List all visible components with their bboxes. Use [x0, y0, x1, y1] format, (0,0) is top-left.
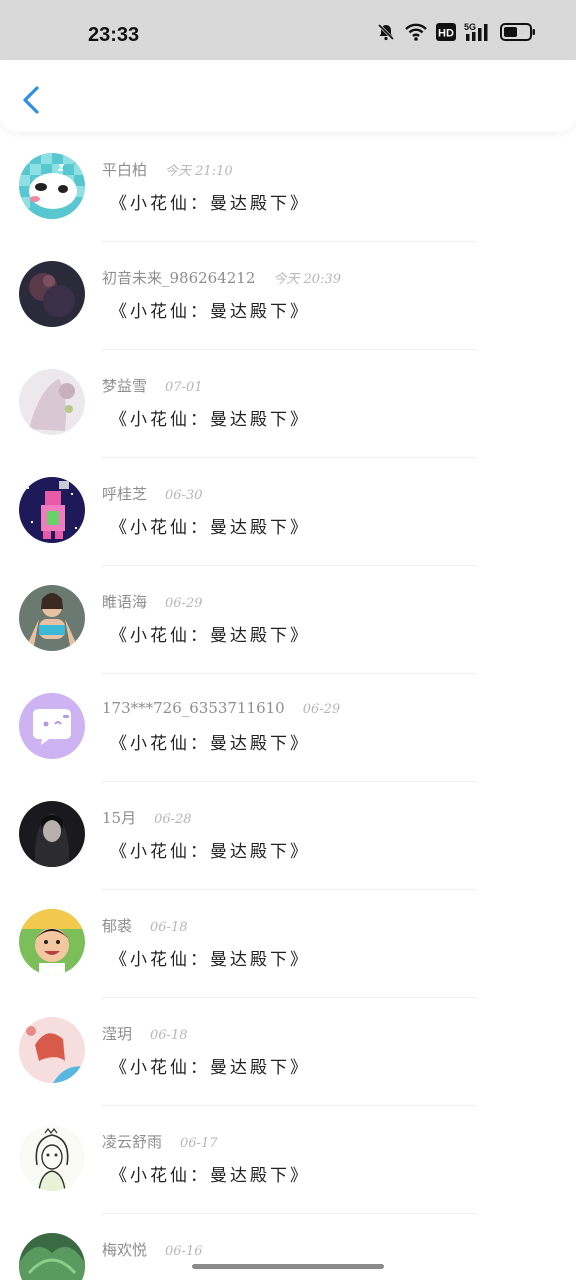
list-item[interactable]: 郁裘 06-18 《小花仙：曼达殿下》: [0, 890, 576, 998]
avatar[interactable]: [19, 369, 85, 435]
book-title: 《小花仙：曼达殿下》: [110, 410, 310, 430]
user-name: 郁裘: [102, 917, 133, 935]
user-name: 梦益雪: [102, 377, 148, 395]
item-meta: 滢玥 06-18: [102, 1023, 188, 1044]
item-meta: 呼桂芝 06-30: [102, 483, 203, 504]
item-meta: 睢语海 06-29: [102, 591, 203, 612]
timestamp: 06-29: [165, 596, 203, 611]
user-name: 梅欢悦: [102, 1241, 148, 1259]
book-title: 《小花仙：曼达殿下》: [110, 734, 310, 754]
list-item[interactable]: 梅欢悦 06-16: [0, 1214, 576, 1280]
item-meta: 15月 06-28: [102, 807, 192, 828]
timestamp: 06-28: [154, 812, 192, 827]
book-title: 《小花仙：曼达殿下》: [110, 1058, 310, 1078]
timestamp: 06-29: [302, 702, 341, 717]
book-title: 《小花仙：曼达殿下》: [110, 1166, 310, 1186]
timestamp: 07-01: [165, 380, 203, 395]
avatar[interactable]: [19, 909, 85, 975]
timestamp: 今天 20:39: [273, 272, 342, 287]
book-title: 《小花仙：曼达殿下》: [110, 842, 310, 862]
user-name: 呼桂芝: [102, 485, 148, 503]
avatar[interactable]: [19, 801, 85, 867]
list-item[interactable]: 凌云舒雨 06-17 《小花仙：曼达殿下》: [0, 1106, 576, 1214]
header: [0, 60, 576, 132]
timestamp: 06-30: [165, 488, 203, 503]
item-meta: 平白柏 今天 21:10: [102, 159, 233, 180]
user-name: 平白柏: [102, 161, 148, 179]
user-name: 滢玥: [102, 1025, 133, 1043]
item-meta: 173***726_6353711610 06-29: [102, 699, 340, 717]
avatar[interactable]: [19, 585, 85, 651]
mute-bell-icon: [376, 22, 396, 42]
avatar[interactable]: [19, 477, 85, 543]
list-item[interactable]: 15月 06-28 《小花仙：曼达殿下》: [0, 782, 576, 890]
timestamp: 06-17: [180, 1136, 218, 1151]
book-title: 《小花仙：曼达殿下》: [110, 302, 310, 322]
list-item[interactable]: 梦益雪 07-01 《小花仙：曼达殿下》: [0, 350, 576, 458]
item-meta: 梅欢悦 06-16: [102, 1239, 203, 1260]
book-title: 《小花仙：曼达殿下》: [110, 626, 310, 646]
item-meta: 梦益雪 07-01: [102, 375, 203, 396]
user-name: 15月: [102, 809, 137, 827]
user-name: 凌云舒雨: [102, 1133, 163, 1151]
list-item[interactable]: 睢语海 06-29 《小花仙：曼达殿下》: [0, 566, 576, 674]
network-label: 5G: [464, 22, 476, 32]
status-time: 23:33: [88, 24, 140, 46]
avatar[interactable]: [19, 1017, 85, 1083]
timestamp: 06-18: [150, 920, 188, 935]
user-name: 173***726_6353711610: [102, 699, 285, 717]
avatar[interactable]: [19, 693, 85, 759]
hd-label: HD: [438, 28, 454, 40]
list-item[interactable]: 初音未来_986264212 今天 20:39 《小花仙：曼达殿下》: [0, 242, 576, 350]
item-meta: 郁裘 06-18: [102, 915, 188, 936]
timestamp: 今天 21:10: [165, 164, 233, 179]
user-name: 初音未来_986264212: [102, 269, 256, 287]
timestamp: 06-18: [150, 1028, 188, 1043]
avatar[interactable]: [19, 1233, 85, 1280]
list-item[interactable]: 173***726_6353711610 06-29 《小花仙：曼达殿下》: [0, 674, 576, 782]
avatar[interactable]: [19, 1125, 85, 1191]
avatar[interactable]: [19, 261, 85, 327]
book-title: 《小花仙：曼达殿下》: [110, 194, 310, 214]
avatar[interactable]: [19, 153, 85, 219]
item-meta: 凌云舒雨 06-17: [102, 1131, 218, 1152]
list-item[interactable]: 平白柏 今天 21:10 《小花仙：曼达殿下》: [0, 134, 576, 242]
chevron-left-icon: [23, 86, 39, 114]
hd-icon: HD: [436, 23, 456, 41]
list-item[interactable]: 呼桂芝 06-30 《小花仙：曼达殿下》: [0, 458, 576, 566]
battery-icon: [500, 23, 536, 41]
status-icons: HD 5G: [376, 22, 536, 42]
back-button[interactable]: [18, 84, 46, 116]
home-indicator[interactable]: [192, 1264, 384, 1269]
status-bar: 23:33 HD 5G: [0, 0, 576, 60]
item-meta: 初音未来_986264212 今天 20:39: [102, 267, 341, 288]
list-item[interactable]: 滢玥 06-18 《小花仙：曼达殿下》: [0, 998, 576, 1106]
book-title: 《小花仙：曼达殿下》: [110, 950, 310, 970]
user-list: 平白柏 今天 21:10 《小花仙：曼达殿下》 初音未来_986264212 今…: [0, 134, 576, 1280]
5g-signal-icon: 5G: [464, 22, 492, 42]
wifi-icon: [404, 22, 428, 42]
user-name: 睢语海: [102, 593, 148, 611]
book-title: 《小花仙：曼达殿下》: [110, 518, 310, 538]
timestamp: 06-16: [165, 1244, 203, 1259]
